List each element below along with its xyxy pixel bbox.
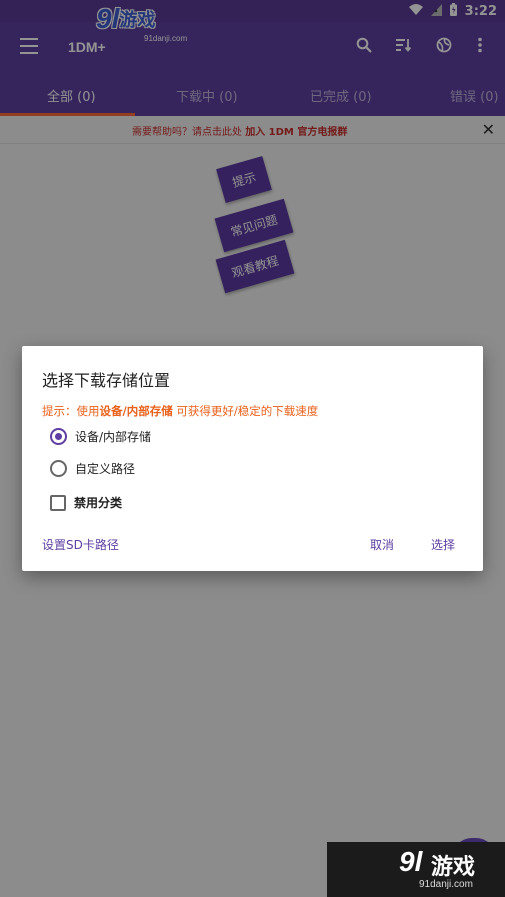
disable-categories-checkbox[interactable]: 禁用分类: [50, 494, 122, 511]
dialog-title: 选择下载存储位置: [42, 371, 171, 390]
dialog-hint: 提示：使用设备/内部存储 可获得更好/稳定的下载速度: [42, 404, 319, 418]
cancel-button[interactable]: 取消: [370, 536, 394, 553]
select-button[interactable]: 选择: [431, 536, 455, 553]
storage-location-dialog: 选择下载存储位置 提示：使用设备/内部存储 可获得更好/稳定的下载速度 设备/内…: [22, 346, 483, 571]
radio-checked-icon[interactable]: [50, 428, 67, 445]
option-custom-path[interactable]: 自定义路径: [50, 460, 135, 477]
watermark-logo-bottom: 9l 游戏 91danji.com: [327, 842, 505, 897]
radio-unchecked-icon[interactable]: [50, 460, 67, 477]
option-internal-storage[interactable]: 设备/内部存储: [50, 428, 151, 445]
set-sd-path-button[interactable]: 设置SD卡路径: [42, 536, 119, 553]
checkbox-icon[interactable]: [50, 494, 66, 511]
